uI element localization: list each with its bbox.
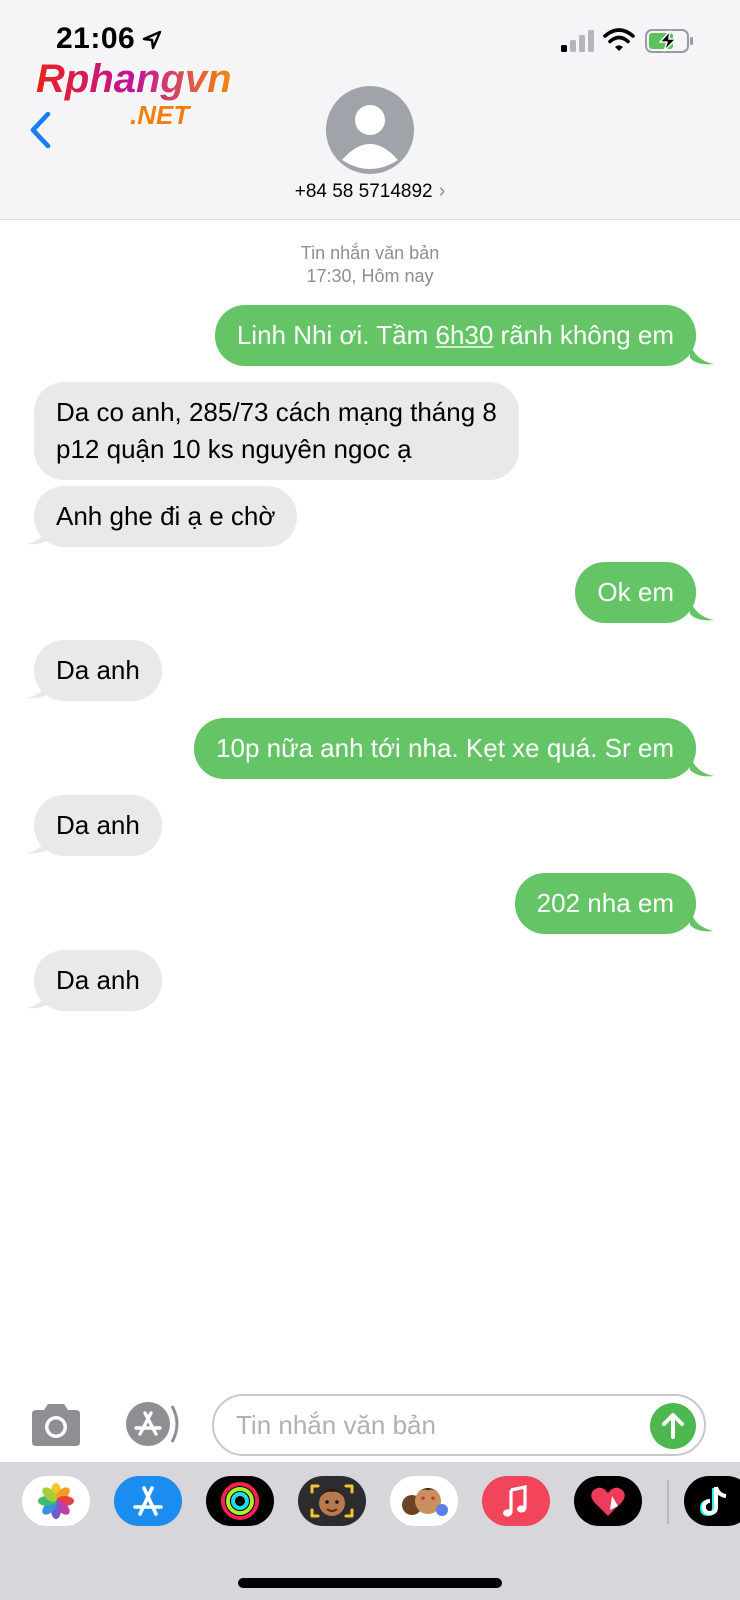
outgoing-message[interactable]: Ok em: [575, 562, 696, 623]
message-timestamp: 17:30, Hôm nay: [306, 266, 434, 286]
digital-touch-icon[interactable]: [574, 1476, 642, 1526]
conversation-header: 21:06 Rphangvn .NET +84 58 5714892 ›: [0, 0, 740, 220]
contact-name[interactable]: +84 58 5714892 ›: [0, 180, 740, 203]
message-type-label: Tin nhắn văn bản: [300, 243, 440, 263]
bubble-tail: [690, 342, 714, 365]
bubble-tail: [690, 754, 714, 777]
bubble-tail: [690, 598, 714, 621]
watermark-brand: Rphangvn: [36, 58, 232, 101]
app-store-icon[interactable]: [114, 1476, 182, 1526]
camera-icon[interactable]: [28, 1402, 84, 1448]
music-icon[interactable]: [482, 1476, 550, 1526]
bubble-tail: [690, 909, 714, 932]
date-link[interactable]: 6h30: [435, 320, 493, 350]
bubble-tail: [26, 986, 50, 1009]
watermark-suffix: .NET: [130, 100, 191, 130]
conversation-meta: Tin nhắn văn bản 17:30, Hôm nay: [0, 242, 740, 288]
person-placeholder-icon: [342, 105, 398, 169]
outgoing-message[interactable]: 202 nha em: [514, 873, 696, 934]
incoming-message[interactable]: Anh ghe đi ạ e chờ: [34, 486, 298, 547]
app-store-icon[interactable]: [120, 1400, 182, 1448]
bubble-tail: [26, 522, 50, 545]
incoming-message[interactable]: Da anh: [34, 795, 162, 856]
wifi-icon: [603, 28, 635, 51]
contact-number: +84 58 5714892: [294, 181, 433, 202]
send-arrow-up-icon: [662, 1413, 684, 1439]
battery-charging-icon: [645, 29, 693, 53]
bubble-tail: [26, 676, 50, 699]
memoji-icon[interactable]: [298, 1476, 366, 1526]
outgoing-message[interactable]: 10p nữa anh tới nha. Kẹt xe quá. Sr em: [194, 718, 696, 779]
chevron-left-icon[interactable]: [26, 108, 54, 152]
bubble-tail: [26, 831, 50, 854]
message-input[interactable]: Tin nhắn văn bản: [212, 1394, 706, 1456]
animoji-stickers-icon[interactable]: [390, 1476, 458, 1526]
incoming-message[interactable]: Da anh: [34, 950, 162, 1011]
message-input-placeholder: Tin nhắn văn bản: [236, 1410, 436, 1440]
send-button[interactable]: [650, 1403, 696, 1449]
incoming-message[interactable]: Da anh: [34, 640, 162, 701]
app-drawer-divider: [667, 1480, 669, 1524]
incoming-message[interactable]: Da co anh, 285/73 cách mạng tháng 8 p12 …: [34, 382, 519, 480]
location-arrow-icon: [142, 30, 162, 50]
chevron-right-icon: ›: [438, 180, 446, 202]
outgoing-message[interactable]: Linh Nhi ơi. Tầm 6h30 rãnh không em: [214, 305, 696, 366]
status-time: 21:06: [56, 22, 136, 55]
photos-icon[interactable]: [22, 1476, 90, 1526]
watermark-logo: Rphangvn .NET: [35, 58, 232, 130]
contact-avatar[interactable]: [326, 86, 414, 174]
activity-icon[interactable]: [206, 1476, 274, 1526]
home-indicator[interactable]: [238, 1578, 502, 1588]
cellular-signal-icon: [561, 30, 594, 52]
tiktok-icon[interactable]: [684, 1476, 740, 1526]
